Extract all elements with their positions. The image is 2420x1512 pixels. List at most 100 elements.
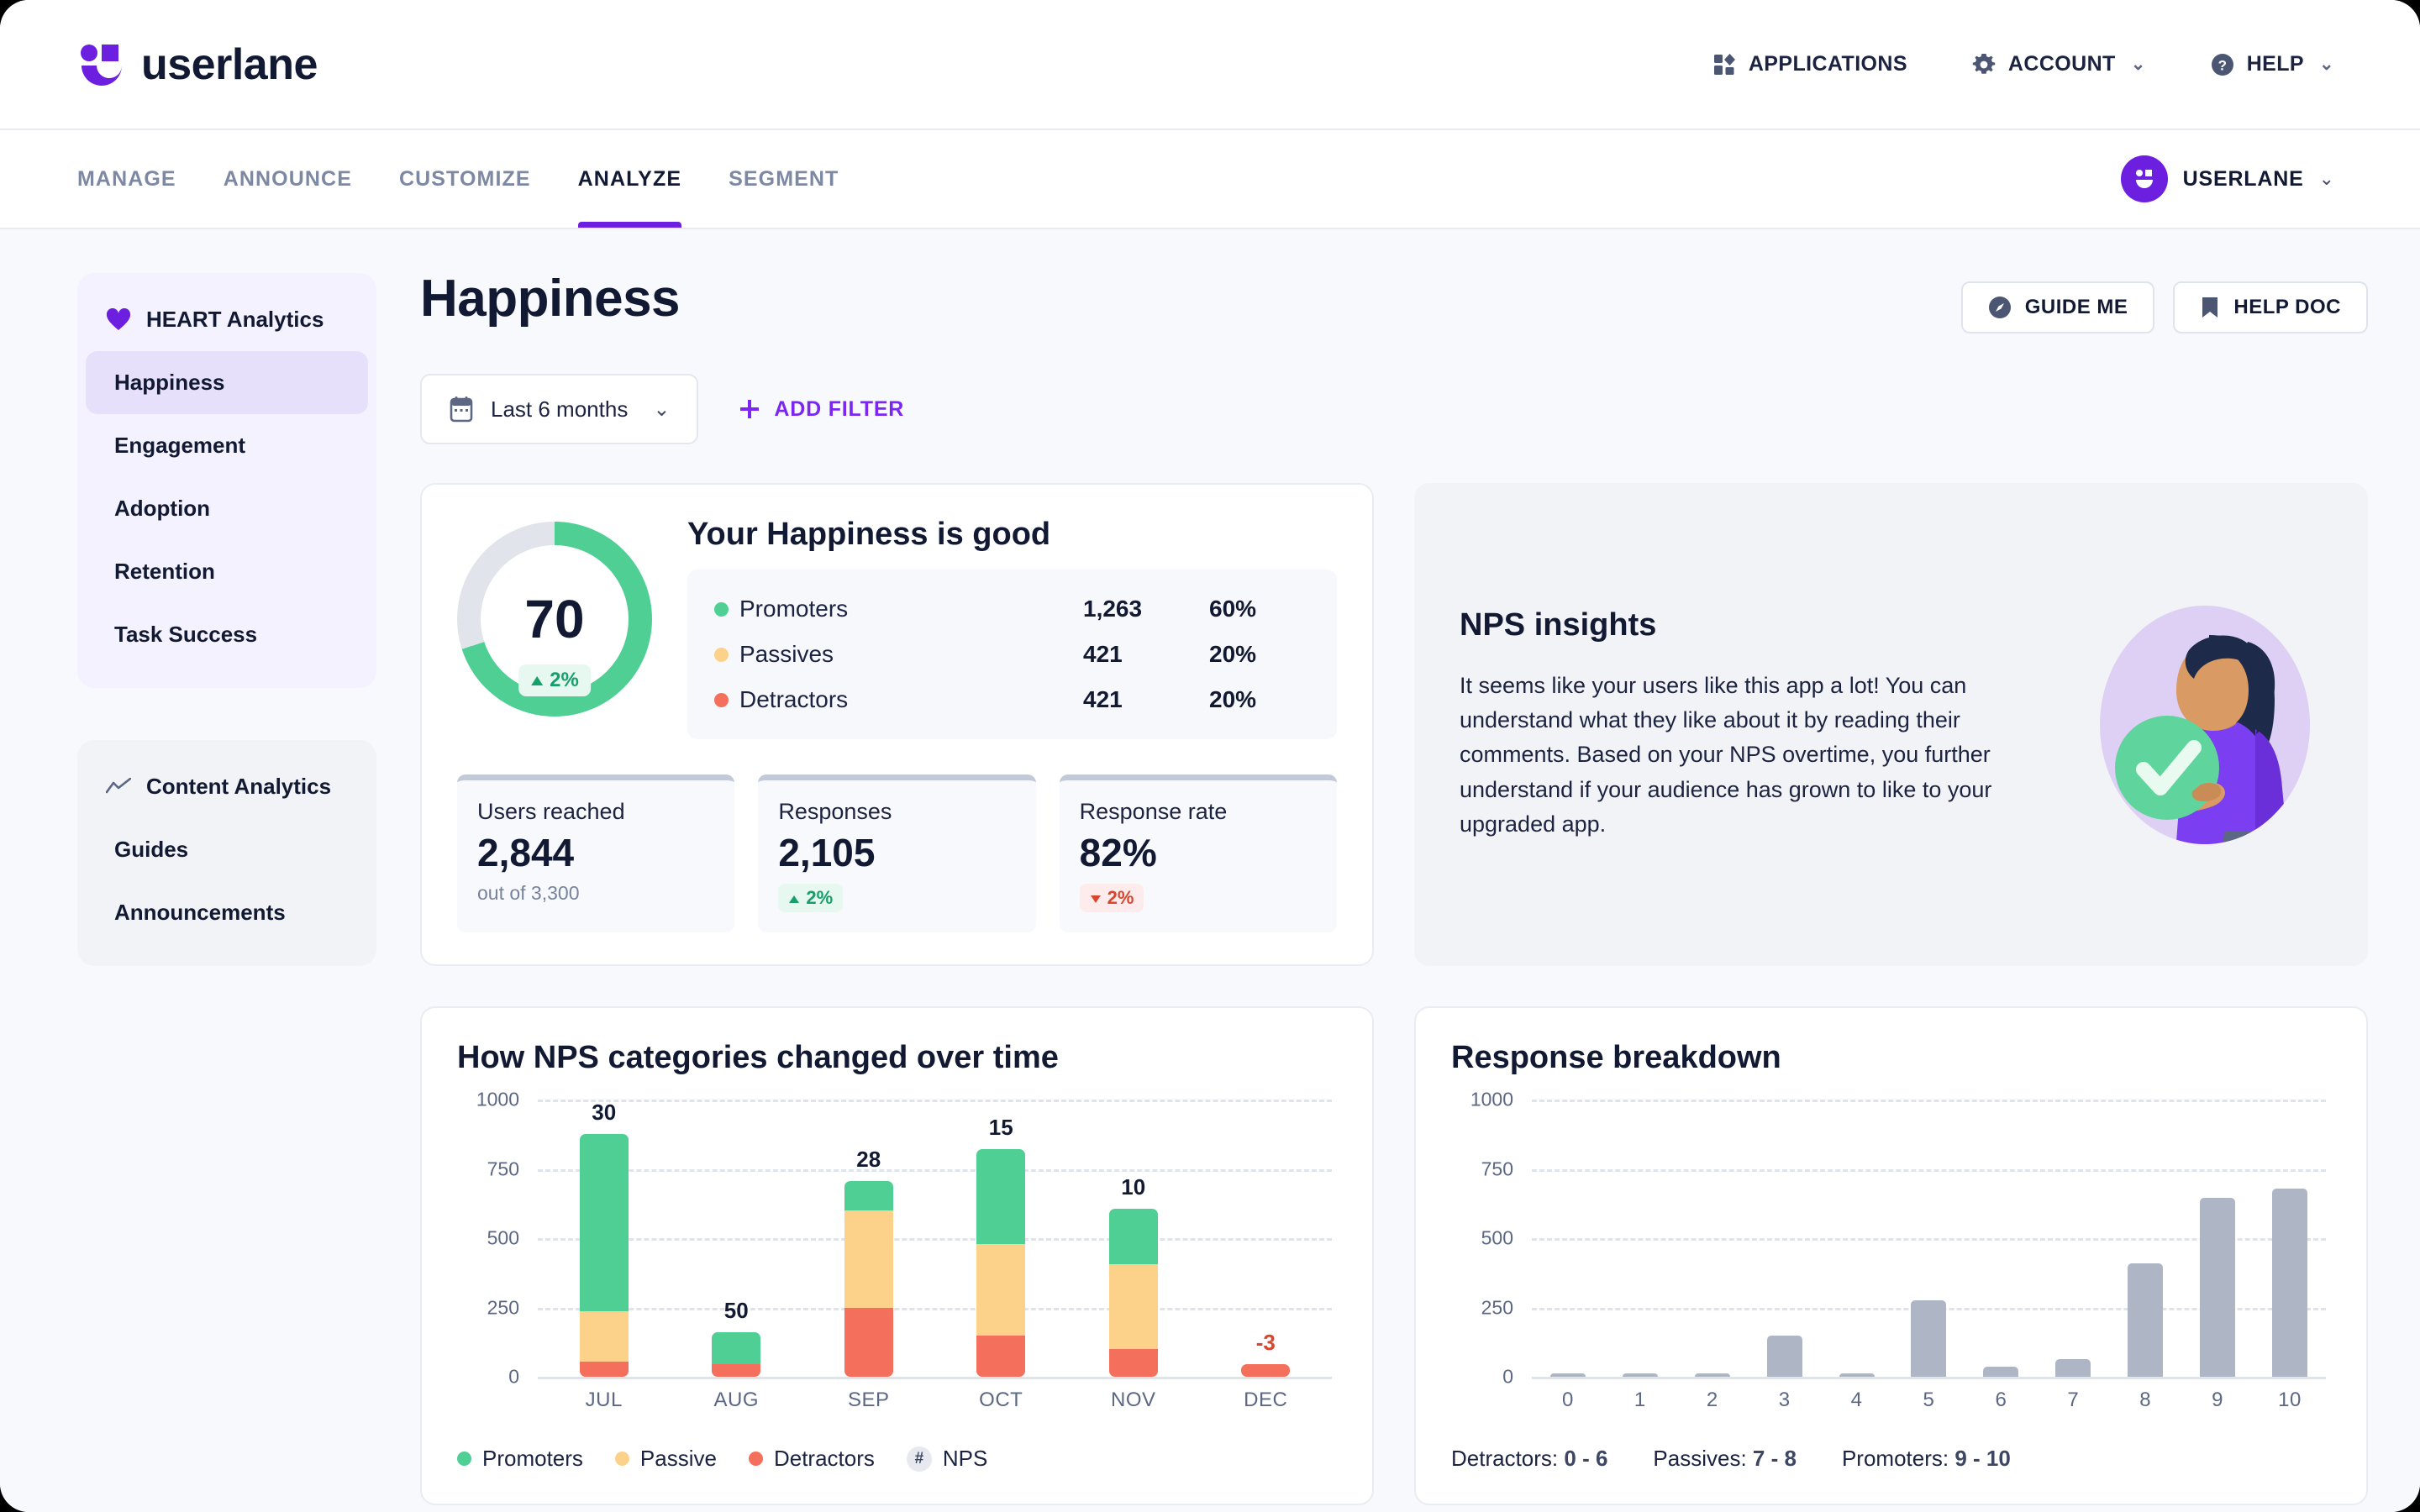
- legend-item-detractors[interactable]: Detractors: [748, 1446, 875, 1472]
- kpi-label: Responses: [778, 799, 892, 824]
- help-menu[interactable]: ? HELP ⌄: [2210, 52, 2334, 77]
- account-switcher[interactable]: USERLANE ⌄: [2120, 130, 2368, 228]
- userlane-logo-icon: [77, 42, 123, 87]
- bar-segment-promoters: [579, 1134, 629, 1312]
- nps-categories-chart-card: How NPS categories changed over time 100…: [420, 1006, 1374, 1505]
- bar-slot-6[interactable]: [1965, 1100, 2037, 1377]
- row-label: Detractors: [739, 686, 849, 712]
- sidebar-item-label: Retention: [114, 559, 215, 584]
- row-label: Promoters: [739, 596, 849, 622]
- kpi-users-reached: Users reached 2,844 out of 3,300: [457, 774, 735, 932]
- applications-label: APPLICATIONS: [1748, 52, 1907, 76]
- sidebar-item-announcements[interactable]: Announcements: [86, 881, 368, 944]
- avatar: [2120, 155, 2168, 202]
- x-tick: 1: [1634, 1389, 1646, 1411]
- legend-item-passive[interactable]: Passive: [614, 1446, 717, 1472]
- kpi-label: Users reached: [477, 799, 625, 824]
- account-menu[interactable]: ACCOUNT ⌄: [1971, 52, 2146, 77]
- bar-slot-oct[interactable]: 15: [935, 1100, 1068, 1377]
- response-breakdown-plot: 1000 750 500 250 0: [1451, 1089, 2331, 1388]
- bar: [2055, 1358, 2091, 1377]
- chevron-down-icon: ⌄: [2319, 55, 2334, 74]
- bar-slot-3[interactable]: [1749, 1100, 1821, 1377]
- x-tick: 3: [1778, 1389, 1791, 1411]
- nps-insights-title: NPS insights: [1460, 607, 1657, 643]
- bar-slot-jul[interactable]: 30: [538, 1100, 671, 1377]
- legend-label: Detractors: [773, 1446, 875, 1471]
- legend-item-nps[interactable]: # NPS: [906, 1446, 988, 1472]
- bar-slot-aug[interactable]: 50: [671, 1100, 803, 1377]
- kpi-value: 2,844: [477, 831, 575, 874]
- bar-slot-4[interactable]: [1821, 1100, 1893, 1377]
- bar-slot-nov[interactable]: 10: [1067, 1100, 1200, 1377]
- bar-segment-passive: [844, 1210, 893, 1308]
- bar-group: [1532, 1100, 2326, 1377]
- bar-slot-9[interactable]: [2181, 1100, 2254, 1377]
- kpi-delta-badge: 2%: [778, 884, 844, 912]
- x-tick: 9: [2212, 1389, 2224, 1411]
- legend-label: NPS: [942, 1446, 988, 1471]
- tab-announce[interactable]: ANNOUNCE: [200, 130, 376, 228]
- table-row: Promoters 1,263 60%: [714, 586, 1310, 632]
- bar-value-label: 28: [856, 1147, 881, 1173]
- bar-slot-8[interactable]: [2109, 1100, 2181, 1377]
- bar-slot-2[interactable]: [1676, 1100, 1749, 1377]
- tab-segment[interactable]: SEGMENT: [705, 130, 862, 228]
- legend-item-promoters[interactable]: Promoters: [457, 1446, 583, 1472]
- guide-me-label: GUIDE ME: [2024, 296, 2128, 318]
- chart-legend: Promoters Passive Detractors # NPS: [457, 1446, 1337, 1472]
- y-tick: 0: [508, 1365, 519, 1388]
- dashboard-grid: 70 2% Your Happiness is good Promoters 1…: [420, 483, 2368, 1505]
- nps-breakdown-table: Promoters 1,263 60% Passives 421 20% Det…: [687, 570, 1337, 739]
- sidebar-item-engagement[interactable]: Engagement: [86, 414, 368, 477]
- bar: [1694, 1373, 1730, 1377]
- filter-bar: Last 6 months ⌄ ADD FILTER: [420, 374, 2368, 444]
- bar-slot-10[interactable]: [2254, 1100, 2326, 1377]
- nps-summary-right: Your Happiness is good Promoters 1,263 6…: [674, 517, 1337, 739]
- bar-slot-sep[interactable]: 28: [802, 1100, 935, 1377]
- date-range-select[interactable]: Last 6 months ⌄: [420, 374, 699, 444]
- bar-slot-dec[interactable]: -3: [1200, 1100, 1333, 1377]
- x-tick: 5: [1923, 1389, 1935, 1411]
- guide-me-button[interactable]: GUIDE ME: [1960, 281, 2155, 333]
- bar: [2128, 1263, 2164, 1377]
- bar-slot-0[interactable]: [1532, 1100, 1604, 1377]
- userlane-logo[interactable]: userlane: [77, 39, 318, 90]
- nps-insights-card: NPS insights It seems like your users li…: [1414, 483, 2368, 966]
- bar-segment-passive: [579, 1311, 629, 1362]
- bar-value-label: 10: [1121, 1174, 1146, 1200]
- kpi-delta-value: 2%: [806, 887, 834, 908]
- response-breakdown-legend: Detractors: 0 - 6 Passives: 7 - 8 Promot…: [1451, 1446, 2331, 1472]
- help-doc-button[interactable]: HELP DOC: [2173, 281, 2368, 333]
- nps-summary-top: 70 2% Your Happiness is good Promoters 1…: [457, 517, 1337, 739]
- tab-customize[interactable]: CUSTOMIZE: [376, 130, 555, 228]
- legend-detractors: Detractors: 0 - 6: [1451, 1446, 1607, 1472]
- page-title: Happiness: [420, 270, 681, 328]
- baseline: [1532, 1377, 2326, 1379]
- bar-slot-1[interactable]: [1604, 1100, 1676, 1377]
- sidebar-item-retention[interactable]: Retention: [86, 540, 368, 603]
- bar-segment-detractors: [1241, 1364, 1291, 1377]
- bar-segment-promoters: [1108, 1209, 1158, 1265]
- nps-score-delta-value: 2%: [550, 669, 579, 691]
- help-doc-label: HELP DOC: [2233, 296, 2341, 318]
- tab-manage[interactable]: MANAGE: [77, 130, 200, 228]
- sidebar-item-adoption[interactable]: Adoption: [86, 477, 368, 540]
- legend-label: Passive: [639, 1446, 717, 1471]
- sidebar-item-guides[interactable]: Guides: [86, 818, 368, 881]
- applications-menu[interactable]: APPLICATIONS: [1713, 52, 1907, 76]
- nps-score-delta-badge: 2%: [518, 664, 591, 696]
- add-filter-button[interactable]: ADD FILTER: [737, 396, 904, 422]
- sidebar-item-happiness[interactable]: Happiness: [86, 351, 368, 414]
- nps-summary-card: 70 2% Your Happiness is good Promoters 1…: [420, 483, 1374, 966]
- main-content: Happiness GUIDE ME HELP DOC Last 6 month…: [420, 273, 2368, 1512]
- tab-announce-label: ANNOUNCE: [223, 166, 352, 191]
- stacked-bar: [579, 1134, 629, 1377]
- tab-analyze[interactable]: ANALYZE: [555, 130, 705, 228]
- bar-slot-5[interactable]: [1893, 1100, 1965, 1377]
- bar-slot-7[interactable]: [2037, 1100, 2109, 1377]
- legend-label: Promoters:: [1841, 1446, 1949, 1471]
- sidebar-item-task-success[interactable]: Task Success: [86, 603, 368, 666]
- row-percent: 60%: [1209, 596, 1257, 622]
- bar-segment-passive: [1108, 1264, 1158, 1350]
